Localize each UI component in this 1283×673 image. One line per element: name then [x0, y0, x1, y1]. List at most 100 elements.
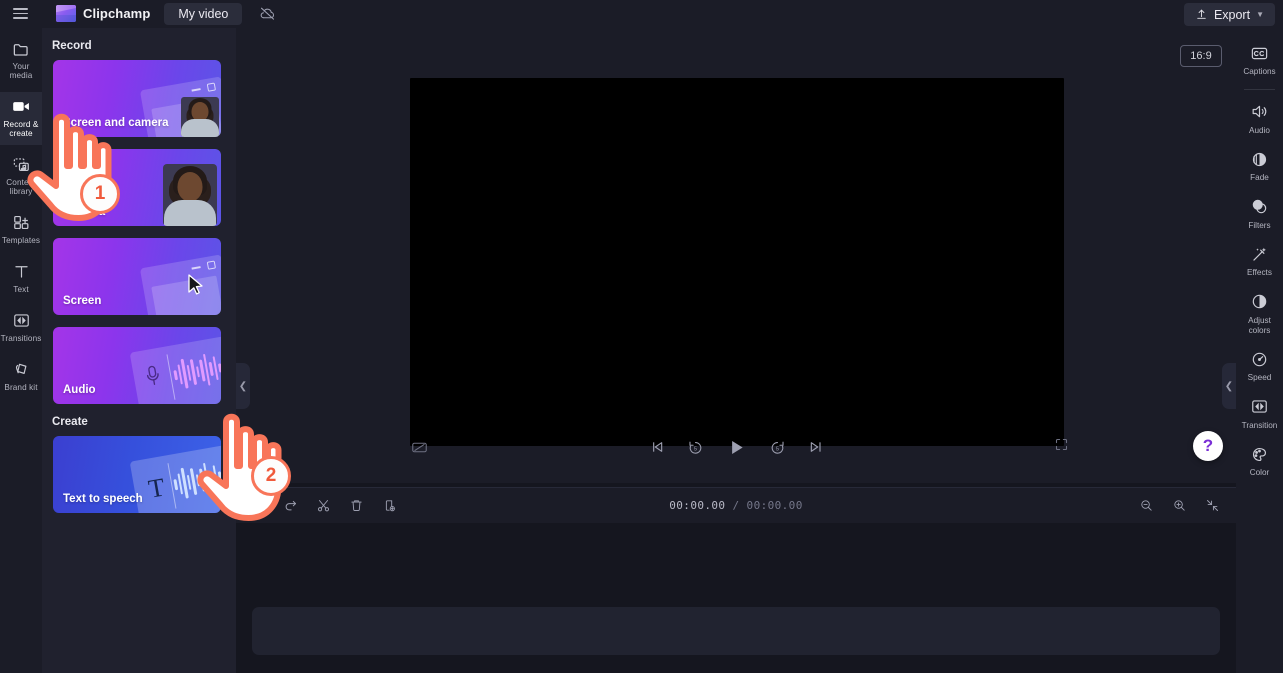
- right-item-label: Transition: [1241, 420, 1278, 430]
- right-item-audio[interactable]: Audio: [1236, 95, 1283, 143]
- video-preview-canvas[interactable]: [410, 78, 1064, 446]
- right-item-label: Fade: [1250, 173, 1269, 183]
- hamburger-menu-icon[interactable]: [0, 0, 40, 28]
- mouse-cursor-art: [187, 274, 205, 301]
- right-properties-rail: Captions Audio Fade Filters Effects Adju…: [1236, 28, 1283, 673]
- right-item-label: Speed: [1247, 373, 1272, 383]
- annotation-step-badge-2: 2: [251, 456, 291, 496]
- upload-icon: [1197, 9, 1206, 19]
- sidebar-item-templates[interactable]: Templates: [0, 207, 42, 251]
- forward-5-icon[interactable]: 5: [769, 439, 786, 456]
- right-item-label: Captions: [1243, 67, 1276, 76]
- right-item-fade[interactable]: Fade: [1236, 142, 1283, 190]
- transition-icon: [1250, 397, 1269, 417]
- transitions-icon: [12, 311, 31, 331]
- clipchamp-logo-icon: [56, 5, 76, 22]
- panel-section-record: Record: [52, 40, 92, 52]
- timeline-zoom-actions: [1139, 498, 1220, 513]
- sidebar-item-text[interactable]: Text: [0, 256, 42, 300]
- fade-icon: [1250, 149, 1269, 169]
- microphone-icon: [142, 362, 165, 396]
- window-maximize-glyph: [206, 82, 217, 92]
- skip-previous-icon[interactable]: [649, 439, 665, 455]
- captions-cc-icon: [1250, 43, 1269, 63]
- speed-gauge-icon: [1250, 349, 1269, 369]
- speaker-icon: [1250, 102, 1269, 122]
- right-item-effects[interactable]: Effects: [1236, 237, 1283, 285]
- timecode-readout: 00:00.00 / 00:00.00: [236, 499, 1236, 512]
- card-label: Audio: [63, 384, 96, 396]
- right-item-speed[interactable]: Speed: [1236, 342, 1283, 390]
- color-palette-icon: [1250, 444, 1269, 464]
- effects-wand-icon: [1250, 244, 1269, 264]
- brand-name: Clipchamp: [83, 6, 151, 21]
- right-item-adjust-colors[interactable]: Adjust colors: [1236, 285, 1283, 342]
- card-label: Screen: [63, 295, 102, 307]
- collapse-right-panel-chevron-icon[interactable]: ❮: [1222, 363, 1236, 409]
- right-item-label: Adjust colors: [1248, 315, 1271, 335]
- mic-wave-art: [129, 336, 221, 404]
- waveform-art: [171, 456, 221, 504]
- right-item-color[interactable]: Color: [1236, 437, 1283, 485]
- project-name-field[interactable]: My video: [164, 2, 243, 25]
- fit-to-screen-icon[interactable]: [1205, 498, 1220, 513]
- sidebar-item-your-media[interactable]: Your media: [0, 34, 42, 87]
- card-screen-and-camera[interactable]: Screen and camera: [53, 60, 221, 137]
- brand-kit-icon: [12, 360, 31, 380]
- card-label: Text to speech: [63, 493, 143, 505]
- zoom-in-icon[interactable]: [1172, 498, 1187, 513]
- panel-section-create: Create: [52, 416, 88, 428]
- export-label: Export: [1213, 7, 1251, 22]
- export-button[interactable]: Export ▼: [1183, 3, 1275, 26]
- rewind-5-icon[interactable]: 5: [687, 439, 704, 456]
- sidebar-label: Transitions: [0, 333, 42, 343]
- zoom-out-icon[interactable]: [1139, 498, 1154, 513]
- brand-logo[interactable]: Clipchamp: [56, 5, 150, 22]
- help-button[interactable]: ?: [1193, 431, 1223, 461]
- card-audio[interactable]: Audio: [53, 327, 221, 404]
- card-label: Screen and camera: [63, 117, 169, 129]
- adjust-colors-icon: [1250, 292, 1269, 312]
- annotation-step-badge-1: 1: [80, 174, 120, 214]
- sidebar-label: Your media: [9, 62, 33, 81]
- preview-stage: 16:9 5 5: [236, 28, 1236, 483]
- collapse-left-panel-chevron-icon[interactable]: ❮: [236, 363, 250, 409]
- timeline-toolbar: 00:00.00 / 00:00.00: [236, 487, 1236, 523]
- chevron-down-icon: ▼: [1256, 10, 1264, 19]
- right-item-label: Color: [1249, 468, 1270, 478]
- sidebar-label: Templates: [1, 235, 41, 245]
- right-item-filters[interactable]: Filters: [1236, 190, 1283, 238]
- text-icon: [12, 262, 31, 282]
- left-tool-rail: Your media Record & create Content libra…: [0, 28, 42, 673]
- timeline-area[interactable]: [236, 523, 1236, 673]
- aspect-ratio-badge[interactable]: 16:9: [1180, 45, 1222, 67]
- sidebar-item-content-library[interactable]: Content library: [0, 150, 42, 203]
- fullscreen-icon[interactable]: [1054, 437, 1069, 457]
- sidebar-item-brand-kit[interactable]: Brand kit: [0, 354, 42, 398]
- video-camera-icon: [11, 97, 32, 117]
- folder-icon: [12, 39, 31, 59]
- right-item-label: Effects: [1247, 268, 1272, 278]
- right-item-transition[interactable]: Transition: [1236, 390, 1283, 438]
- content-library-icon: [12, 155, 31, 175]
- waveform-art: [171, 347, 221, 395]
- sidebar-item-record-create[interactable]: Record & create: [0, 91, 42, 145]
- sidebar-item-transitions[interactable]: Transitions: [0, 305, 42, 349]
- sidebar-label: Content library: [6, 177, 36, 197]
- card-text-to-speech[interactable]: T Text to speech: [53, 436, 221, 513]
- record-create-panel: Record Screen and camera Camera Screen A…: [42, 28, 236, 673]
- svg-text:5: 5: [775, 446, 778, 452]
- window-minimize-glyph: [191, 88, 201, 92]
- cloud-off-icon[interactable]: [256, 3, 278, 25]
- skip-next-icon[interactable]: [808, 439, 824, 455]
- text-wave-art: T: [129, 445, 221, 513]
- sidebar-label: Brand kit: [4, 382, 38, 392]
- templates-icon: [12, 213, 31, 233]
- person-thumbnail: [181, 97, 219, 137]
- right-item-captions[interactable]: Captions: [1236, 36, 1283, 84]
- card-camera[interactable]: Camera: [53, 149, 221, 226]
- sidebar-label: Text: [13, 284, 29, 294]
- play-icon[interactable]: [726, 437, 747, 458]
- timeline-track-placeholder[interactable]: [252, 607, 1220, 655]
- card-screen[interactable]: Screen: [53, 238, 221, 315]
